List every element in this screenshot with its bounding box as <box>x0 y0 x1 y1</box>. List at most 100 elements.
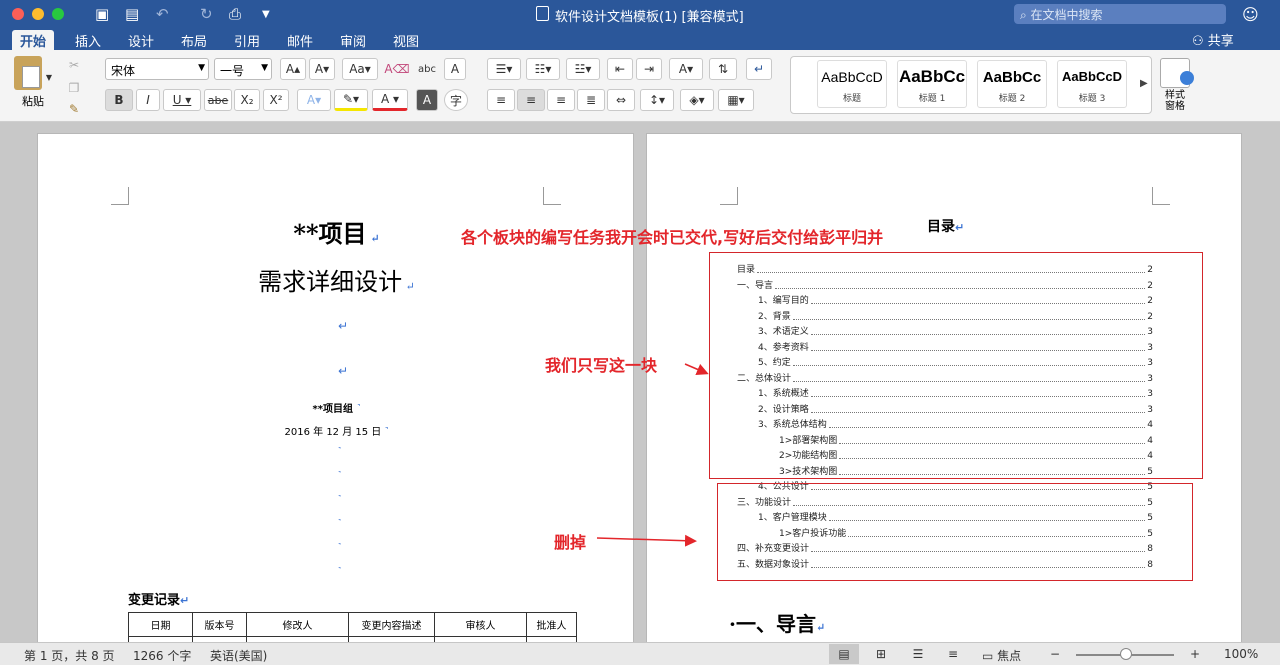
text-effects-icon[interactable]: A▾ <box>297 89 331 111</box>
column-header: 变更内容描述 <box>348 612 435 637</box>
distributed-icon[interactable]: ⇔ <box>607 89 635 111</box>
user-account-icon[interactable]: ☺ <box>1242 5 1259 24</box>
paste-label: 粘贴 <box>22 95 44 108</box>
tab-mailings[interactable]: 邮件 <box>279 30 321 50</box>
align-left-icon[interactable]: ≡ <box>487 89 515 111</box>
style-sample: AaBbCcD <box>1062 69 1122 84</box>
minimize-window-button[interactable] <box>32 8 44 20</box>
page-count[interactable]: 第 1 页，共 8 页 <box>24 647 115 664</box>
bold-button[interactable]: B <box>105 89 133 111</box>
sort-icon[interactable]: ⇅ <box>709 58 737 80</box>
font-color-icon[interactable]: A ▾ <box>372 89 408 111</box>
print-layout-icon[interactable]: ▤ <box>829 644 859 664</box>
enclose-character-icon[interactable]: 字 <box>444 89 468 111</box>
tab-review[interactable]: 审阅 <box>332 30 374 50</box>
search-input[interactable]: ⌕ 在文档中搜索 <box>1014 4 1226 24</box>
undo-icon[interactable]: ↶ <box>156 5 169 23</box>
style-heading-3[interactable]: AaBbCcD 标题 3 <box>1057 60 1127 108</box>
shrink-font-icon[interactable]: A▾ <box>309 58 335 80</box>
table-header-row: 日期 版本号 修改人 变更内容描述 审核人 批准人 <box>128 612 577 637</box>
decrease-indent-icon[interactable]: ⇤ <box>607 58 633 80</box>
close-window-button[interactable] <box>12 8 24 20</box>
align-center-icon[interactable]: ≡ <box>517 89 545 111</box>
zoom-in-button[interactable]: + <box>1190 647 1200 661</box>
tab-design[interactable]: 设计 <box>120 30 162 50</box>
save-icon[interactable]: ▤ <box>125 5 139 23</box>
tab-references[interactable]: 引用 <box>226 30 268 50</box>
maximize-window-button[interactable] <box>52 8 64 20</box>
highlight-icon[interactable]: ✎▾ <box>334 89 368 111</box>
paste-icon[interactable] <box>14 56 42 90</box>
focus-mode-button[interactable]: ▭ 焦点 <box>982 647 1021 664</box>
style-title[interactable]: AaBbCcD 标题 <box>817 60 887 108</box>
styles-scroll-icon[interactable]: ▶ <box>1140 78 1148 89</box>
customize-toolbar-icon[interactable]: ▼ <box>262 9 270 20</box>
font-size-select[interactable]: 一号 ▼ <box>214 58 272 80</box>
tab-home[interactable]: 开始 <box>12 30 55 50</box>
show-marks-icon[interactable]: ↵ <box>746 58 772 80</box>
word-count[interactable]: 1266 个字 <box>133 647 191 664</box>
subscript-button[interactable]: X₂ <box>234 89 260 111</box>
font-name-select[interactable]: 宋体 ▼ <box>105 58 209 80</box>
line-spacing-icon[interactable]: ↕▾ <box>640 89 674 111</box>
increase-indent-icon[interactable]: ⇥ <box>636 58 662 80</box>
zoom-out-button[interactable]: − <box>1050 647 1060 661</box>
shading-icon[interactable]: ◈▾ <box>680 89 714 111</box>
sidebar-icon[interactable]: ▣ <box>95 5 109 23</box>
style-heading-2[interactable]: AaBbCc 标题 2 <box>977 60 1047 108</box>
highlight-box-keep <box>709 252 1203 479</box>
zoom-slider-handle[interactable] <box>1120 648 1132 660</box>
styles-pane-label: 样式 <box>1165 90 1185 101</box>
share-button[interactable]: ⚇ 共享 <box>1192 30 1234 49</box>
character-border-icon[interactable]: A <box>444 58 466 80</box>
zoom-level[interactable]: 100% <box>1224 647 1258 661</box>
tab-layout[interactable]: 布局 <box>173 30 215 50</box>
language[interactable]: 英语(美国) <box>210 647 267 664</box>
borders-icon[interactable]: ▦▾ <box>718 89 754 111</box>
multilevel-list-icon[interactable]: ☳▾ <box>566 58 600 80</box>
underline-button[interactable]: U ▾ <box>163 89 201 111</box>
cut-icon[interactable]: ✂ <box>64 54 84 76</box>
styles-gallery: AaBbCcD 标题 AaBbCc 标题 1 AaBbCc 标题 2 AaBbC… <box>790 56 1152 114</box>
character-shading-icon[interactable]: A <box>416 89 438 111</box>
format-painter-icon[interactable]: ✎ <box>64 98 84 120</box>
crop-mark <box>720 187 738 205</box>
phonetic-guide-icon[interactable]: abc <box>414 58 440 80</box>
add-person-icon: ⚇ <box>1192 34 1208 49</box>
paragraph-mark: ˺ <box>338 543 341 553</box>
strikethrough-button[interactable]: abe <box>204 89 232 111</box>
title-bar: ▣ ▤ ↶ ↻ ⎙ ▼ 软件设计文档模板(1) [兼容模式] ⌕ 在文档中搜索 … <box>0 0 1280 28</box>
italic-button[interactable]: I <box>136 89 160 111</box>
toc-title: 目录↵ <box>927 219 965 235</box>
redo-icon[interactable]: ↻ <box>200 5 213 23</box>
align-right-icon[interactable]: ≡ <box>547 89 575 111</box>
draft-icon[interactable]: ≡ <box>938 644 968 664</box>
outline-icon[interactable]: ☰ <box>903 644 933 664</box>
document-area[interactable]: **项目 ↵ 需求详细设计 ↵ ↵ ↵ **项目组 ˺ 2016 年 12 月 … <box>0 122 1280 642</box>
style-name: 标题 1 <box>918 94 946 104</box>
text-direction-icon[interactable]: A▾ <box>669 58 703 80</box>
clear-formatting-icon[interactable]: A⌫ <box>384 58 410 80</box>
grow-font-icon[interactable]: A▴ <box>280 58 306 80</box>
superscript-button[interactable]: X² <box>263 89 289 111</box>
change-log-table[interactable]: 日期 版本号 修改人 变更内容描述 审核人 批准人 <box>128 612 577 642</box>
styles-pane-button[interactable]: 样式 窗格 <box>1160 58 1194 112</box>
bullets-icon[interactable]: ☰▾ <box>487 58 521 80</box>
web-layout-icon[interactable]: ⊞ <box>866 644 896 664</box>
paste-dropdown-icon[interactable]: ▼ <box>44 66 54 88</box>
annotation-delete: 删掉 <box>554 533 587 552</box>
change-case-icon[interactable]: Aa▾ <box>342 58 378 80</box>
style-sample: AaBbCcD <box>821 69 883 85</box>
page-1[interactable]: **项目 ↵ 需求详细设计 ↵ ↵ ↵ **项目组 ˺ 2016 年 12 月 … <box>37 133 634 642</box>
justify-icon[interactable]: ≣ <box>577 89 605 111</box>
print-icon[interactable]: ⎙ <box>229 5 241 23</box>
column-header: 修改人 <box>246 612 349 637</box>
style-heading-1[interactable]: AaBbCc 标题 1 <box>897 60 967 108</box>
numbering-icon[interactable]: ☷▾ <box>526 58 560 80</box>
copy-icon[interactable]: ❐ <box>64 77 84 99</box>
column-header: 批准人 <box>526 612 577 637</box>
tab-view[interactable]: 视图 <box>385 30 427 50</box>
styles-pane-icon <box>1160 58 1194 88</box>
crop-mark <box>1152 187 1170 205</box>
tab-insert[interactable]: 插入 <box>67 30 109 50</box>
